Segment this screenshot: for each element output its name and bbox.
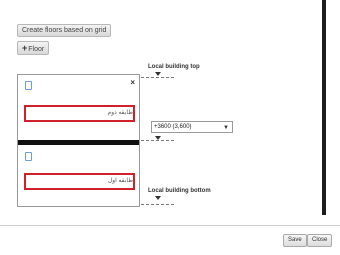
floors-panel: × طابقه دوم طابقه اول (17, 74, 140, 207)
close-button[interactable]: Close (307, 234, 333, 247)
floor-divider (18, 140, 139, 145)
floor-level-arrow-icon (155, 136, 161, 140)
floor-offset-select[interactable]: +3600 (3,600) ▼ (151, 121, 233, 133)
create-floors-based-on-grid-button[interactable]: Create floors based on grid (17, 24, 112, 37)
close-icon[interactable]: × (130, 78, 135, 87)
level-bottom-line (141, 204, 174, 205)
dialog-window: Create floors based on grid +Floor Local… (0, 0, 340, 255)
chevron-down-icon: ▼ (223, 125, 229, 131)
document-icon (25, 81, 32, 90)
document-icon (25, 152, 32, 161)
level-bottom-arrow-icon (155, 196, 161, 200)
floor-name-input-lower[interactable]: طابقه اول (24, 173, 135, 190)
add-floor-label: Floor (28, 46, 45, 53)
local-building-top-label: Local building top (148, 64, 200, 70)
local-building-bottom-label: Local building bottom (148, 188, 211, 194)
level-top-line (141, 77, 174, 78)
scrollbar[interactable] (322, 0, 326, 215)
level-top-arrow-icon (155, 72, 161, 76)
floor-offset-value: +3600 (3,600) (154, 124, 192, 130)
floor-level-line (141, 140, 174, 141)
add-floor-button[interactable]: +Floor (17, 41, 50, 55)
save-button[interactable]: Save (283, 234, 307, 247)
floor-name-input-upper[interactable]: طابقه دوم (24, 105, 135, 122)
plus-icon: + (22, 43, 28, 53)
footer-divider (0, 225, 340, 226)
